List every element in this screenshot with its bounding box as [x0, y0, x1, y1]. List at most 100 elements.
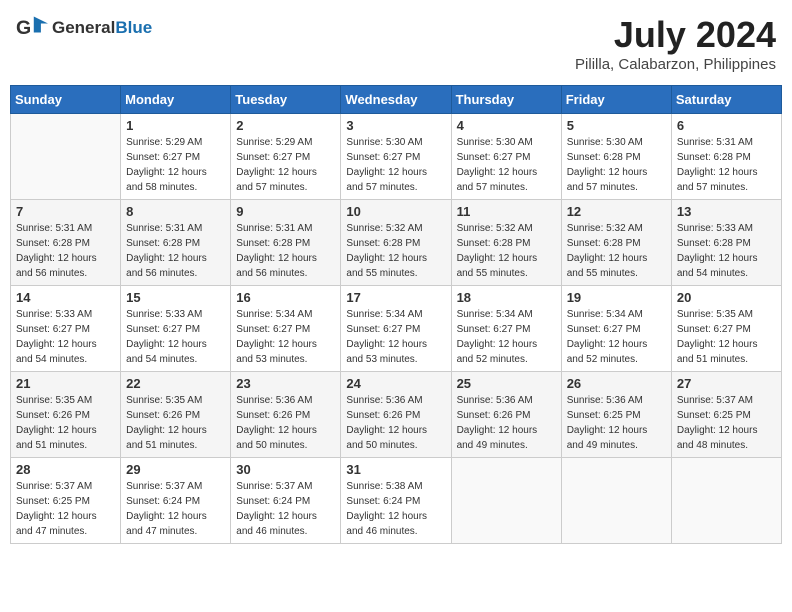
- calendar-cell: 9 Sunrise: 5:31 AM Sunset: 6:28 PM Daylig…: [231, 200, 341, 286]
- calendar-cell: 5Sunrise: 5:30 AM Sunset: 6:28 PM Daylig…: [561, 114, 671, 200]
- day-number: 19: [567, 290, 666, 305]
- day-number: 14: [16, 290, 115, 305]
- day-info: Sunrise: 5:32 AM Sunset: 6:28 PM Dayligh…: [457, 221, 556, 281]
- day-number: 21: [16, 376, 115, 391]
- day-info: Sunrise: 5:32 AM Sunset: 6:28 PM Dayligh…: [567, 221, 666, 281]
- day-info: Sunrise: 5:31 AM Sunset: 6:28 PM Dayligh…: [236, 221, 335, 281]
- day-info: Sunrise: 5:31 AM Sunset: 6:28 PM Dayligh…: [677, 135, 776, 195]
- day-number: 31: [346, 462, 445, 477]
- calendar-header-row: SundayMondayTuesdayWednesdayThursdayFrid…: [11, 86, 782, 114]
- day-number: 23: [236, 376, 335, 391]
- calendar-cell: 31Sunrise: 5:38 AM Sunset: 6:24 PM Dayli…: [341, 458, 451, 544]
- day-info: Sunrise: 5:31 AM Sunset: 6:28 PM Dayligh…: [16, 221, 115, 281]
- calendar-cell: 28Sunrise: 5:37 AM Sunset: 6:25 PM Dayli…: [11, 458, 121, 544]
- day-number: 15: [126, 290, 225, 305]
- day-number: 16: [236, 290, 335, 305]
- day-info: Sunrise: 5:37 AM Sunset: 6:25 PM Dayligh…: [677, 393, 776, 453]
- logo-general: General: [52, 18, 115, 37]
- column-header-monday: Monday: [121, 86, 231, 114]
- day-info: Sunrise: 5:29 AM Sunset: 6:27 PM Dayligh…: [236, 135, 335, 195]
- title-block: July 2024 Pililla, Calabarzon, Philippin…: [575, 14, 776, 73]
- day-number: 9: [236, 204, 335, 219]
- calendar-cell: 17 Sunrise: 5:34 AM Sunset: 6:27 PM Dayli…: [341, 286, 451, 372]
- day-info: Sunrise: 5:33 AM Sunset: 6:27 PM Dayligh…: [126, 307, 225, 367]
- logo-text-block: GeneralBlue: [52, 19, 152, 38]
- day-info: Sunrise: 5:33 AM Sunset: 6:28 PM Dayligh…: [677, 221, 776, 281]
- page-title: July 2024: [575, 14, 776, 56]
- calendar-cell: 27Sunrise: 5:37 AM Sunset: 6:25 PM Dayli…: [671, 372, 781, 458]
- calendar-cell: 25 Sunrise: 5:36 AM Sunset: 6:26 PM Dayli…: [451, 372, 561, 458]
- calendar-cell: 21 Sunrise: 5:35 AM Sunset: 6:26 PM Dayli…: [11, 372, 121, 458]
- calendar-cell: [11, 114, 121, 200]
- day-number: 11: [457, 204, 556, 219]
- calendar-cell: 24Sunrise: 5:36 AM Sunset: 6:26 PM Dayli…: [341, 372, 451, 458]
- day-info: Sunrise: 5:36 AM Sunset: 6:26 PM Dayligh…: [457, 393, 556, 453]
- day-info: Sunrise: 5:32 AM Sunset: 6:28 PM Dayligh…: [346, 221, 445, 281]
- day-number: 25: [457, 376, 556, 391]
- day-number: 2: [236, 118, 335, 133]
- calendar-cell: 14 Sunrise: 5:33 AM Sunset: 6:27 PM Dayli…: [11, 286, 121, 372]
- calendar-table: SundayMondayTuesdayWednesdayThursdayFrid…: [10, 85, 782, 544]
- day-number: 30: [236, 462, 335, 477]
- calendar-cell: [671, 458, 781, 544]
- calendar-cell: 16 Sunrise: 5:34 AM Sunset: 6:27 PM Dayli…: [231, 286, 341, 372]
- day-number: 7: [16, 204, 115, 219]
- day-number: 3: [346, 118, 445, 133]
- day-number: 4: [457, 118, 556, 133]
- day-info: Sunrise: 5:37 AM Sunset: 6:25 PM Dayligh…: [16, 479, 115, 539]
- calendar-cell: [561, 458, 671, 544]
- calendar-cell: 6 Sunrise: 5:31 AM Sunset: 6:28 PM Daylig…: [671, 114, 781, 200]
- column-header-thursday: Thursday: [451, 86, 561, 114]
- day-info: Sunrise: 5:33 AM Sunset: 6:27 PM Dayligh…: [16, 307, 115, 367]
- day-number: 1: [126, 118, 225, 133]
- column-header-wednesday: Wednesday: [341, 86, 451, 114]
- calendar-cell: 23 Sunrise: 5:36 AM Sunset: 6:26 PM Dayli…: [231, 372, 341, 458]
- column-header-friday: Friday: [561, 86, 671, 114]
- column-header-tuesday: Tuesday: [231, 86, 341, 114]
- day-info: Sunrise: 5:29 AM Sunset: 6:27 PM Dayligh…: [126, 135, 225, 195]
- calendar-cell: 3 Sunrise: 5:30 AM Sunset: 6:27 PM Daylig…: [341, 114, 451, 200]
- day-number: 5: [567, 118, 666, 133]
- day-number: 17: [346, 290, 445, 305]
- day-info: Sunrise: 5:35 AM Sunset: 6:27 PM Dayligh…: [677, 307, 776, 367]
- calendar-cell: 10 Sunrise: 5:32 AM Sunset: 6:28 PM Dayli…: [341, 200, 451, 286]
- logo: G GeneralBlue: [16, 14, 152, 42]
- day-info: Sunrise: 5:34 AM Sunset: 6:27 PM Dayligh…: [346, 307, 445, 367]
- logo-icon: G: [16, 14, 48, 42]
- calendar-cell: 4 Sunrise: 5:30 AM Sunset: 6:27 PM Daylig…: [451, 114, 561, 200]
- week-row-2: 7 Sunrise: 5:31 AM Sunset: 6:28 PM Daylig…: [11, 200, 782, 286]
- day-info: Sunrise: 5:36 AM Sunset: 6:26 PM Dayligh…: [236, 393, 335, 453]
- day-number: 20: [677, 290, 776, 305]
- calendar-cell: 26 Sunrise: 5:36 AM Sunset: 6:25 PM Dayli…: [561, 372, 671, 458]
- day-info: Sunrise: 5:35 AM Sunset: 6:26 PM Dayligh…: [126, 393, 225, 453]
- day-info: Sunrise: 5:34 AM Sunset: 6:27 PM Dayligh…: [236, 307, 335, 367]
- day-info: Sunrise: 5:37 AM Sunset: 6:24 PM Dayligh…: [126, 479, 225, 539]
- calendar-cell: 18Sunrise: 5:34 AM Sunset: 6:27 PM Dayli…: [451, 286, 561, 372]
- calendar-cell: 20 Sunrise: 5:35 AM Sunset: 6:27 PM Dayli…: [671, 286, 781, 372]
- page-subtitle: Pililla, Calabarzon, Philippines: [575, 56, 776, 73]
- day-info: Sunrise: 5:30 AM Sunset: 6:27 PM Dayligh…: [346, 135, 445, 195]
- calendar-cell: [451, 458, 561, 544]
- svg-text:G: G: [16, 17, 31, 39]
- page-header: G GeneralBlue July 2024 Pililla, Calabar…: [10, 10, 782, 77]
- calendar-cell: 15 Sunrise: 5:33 AM Sunset: 6:27 PM Dayli…: [121, 286, 231, 372]
- calendar-cell: 11 Sunrise: 5:32 AM Sunset: 6:28 PM Dayli…: [451, 200, 561, 286]
- week-row-5: 28Sunrise: 5:37 AM Sunset: 6:25 PM Dayli…: [11, 458, 782, 544]
- day-info: Sunrise: 5:35 AM Sunset: 6:26 PM Dayligh…: [16, 393, 115, 453]
- day-info: Sunrise: 5:31 AM Sunset: 6:28 PM Dayligh…: [126, 221, 225, 281]
- day-info: Sunrise: 5:36 AM Sunset: 6:25 PM Dayligh…: [567, 393, 666, 453]
- column-header-sunday: Sunday: [11, 86, 121, 114]
- day-number: 13: [677, 204, 776, 219]
- calendar-cell: 13 Sunrise: 5:33 AM Sunset: 6:28 PM Dayli…: [671, 200, 781, 286]
- day-number: 10: [346, 204, 445, 219]
- calendar-cell: 2 Sunrise: 5:29 AM Sunset: 6:27 PM Daylig…: [231, 114, 341, 200]
- day-info: Sunrise: 5:30 AM Sunset: 6:27 PM Dayligh…: [457, 135, 556, 195]
- day-number: 6: [677, 118, 776, 133]
- calendar-cell: 7 Sunrise: 5:31 AM Sunset: 6:28 PM Daylig…: [11, 200, 121, 286]
- logo-blue: Blue: [115, 18, 152, 37]
- day-number: 26: [567, 376, 666, 391]
- calendar-cell: 22Sunrise: 5:35 AM Sunset: 6:26 PM Dayli…: [121, 372, 231, 458]
- day-info: Sunrise: 5:34 AM Sunset: 6:27 PM Dayligh…: [457, 307, 556, 367]
- calendar-cell: 30Sunrise: 5:37 AM Sunset: 6:24 PM Dayli…: [231, 458, 341, 544]
- day-number: 24: [346, 376, 445, 391]
